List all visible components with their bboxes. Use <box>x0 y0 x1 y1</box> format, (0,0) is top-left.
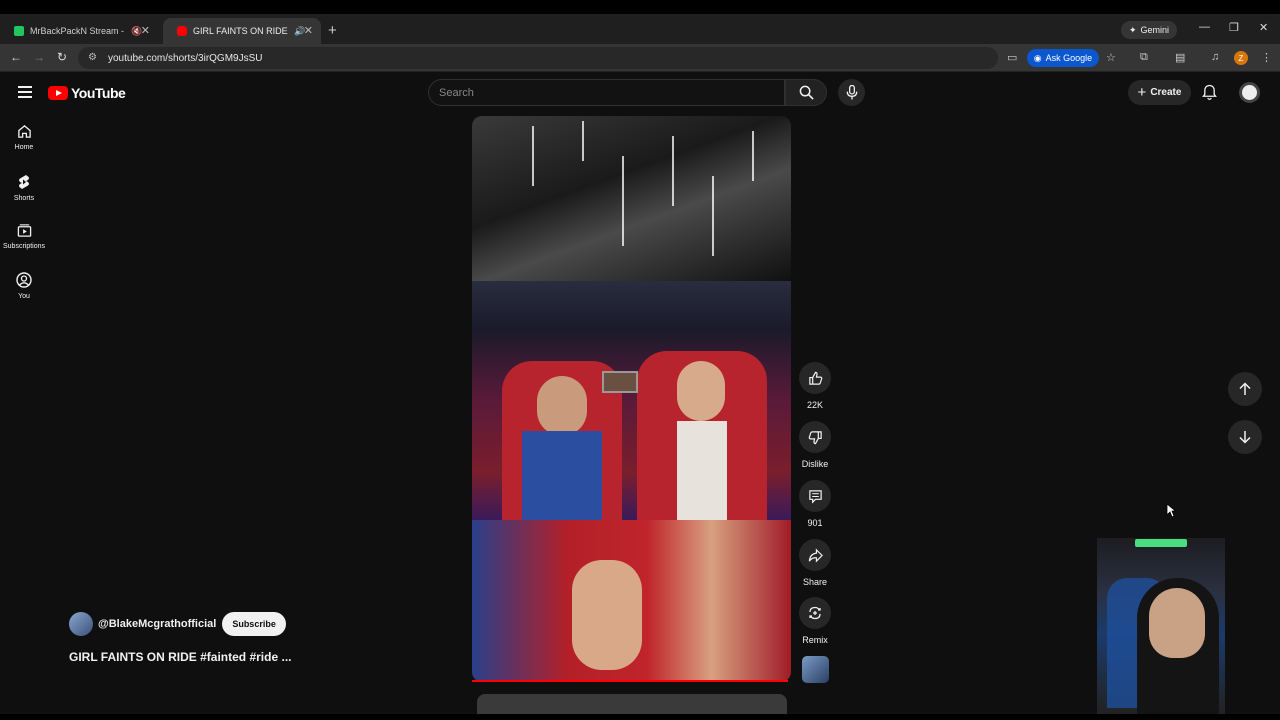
dislike-label: Dislike <box>801 459 829 469</box>
new-tab-icon[interactable]: + <box>328 22 337 39</box>
remix-label: Remix <box>802 635 828 645</box>
plus-icon: + <box>1137 84 1147 101</box>
youtube-wordmark: YouTube <box>71 85 126 101</box>
arrow-up-icon <box>1239 382 1251 395</box>
dislike-button[interactable]: Dislike <box>799 421 831 469</box>
tab-title: MrBackPackN Stream - Wat <box>30 26 126 36</box>
create-label: Create <box>1150 87 1182 98</box>
share-label: Share <box>802 577 828 587</box>
ask-google-button[interactable]: ◉ Ask Google <box>1027 49 1099 67</box>
remix-button[interactable]: Remix <box>799 597 831 645</box>
install-app-icon[interactable]: ▭ <box>1007 51 1017 64</box>
microphone-icon <box>846 85 857 100</box>
comments-button[interactable]: 901 <box>799 480 831 528</box>
screen-top-strip <box>0 0 1280 14</box>
share-arrow-icon <box>808 547 823 563</box>
subscriptions-icon <box>17 224 31 237</box>
video-progress-bar[interactable] <box>472 680 788 682</box>
arrow-down-icon <box>1239 431 1251 444</box>
video-frame-riders <box>472 281 791 520</box>
video-title[interactable]: GIRL FAINTS ON RIDE #fainted #ride ... <box>69 650 291 664</box>
youtube-header: YouTube Search + Create <box>0 72 1280 114</box>
video-frame-top <box>472 116 791 281</box>
search-icon <box>799 85 814 100</box>
remix-icon <box>809 606 821 620</box>
next-short-button[interactable] <box>1228 420 1262 454</box>
close-tab-icon[interactable]: ✕ <box>304 24 313 37</box>
sparkle-icon: ✦ <box>1128 24 1137 35</box>
share-button[interactable]: Share <box>799 539 831 587</box>
reload-icon[interactable]: ↻ <box>57 50 67 64</box>
previous-short-button[interactable] <box>1228 372 1262 406</box>
sidebar-item-you[interactable]: You <box>0 272 48 300</box>
shorts-video-player[interactable] <box>472 116 791 682</box>
browser-tab-stream[interactable]: MrBackPackN Stream - Wat 🔇 ✕ <box>0 18 158 44</box>
search-input[interactable]: Search <box>428 79 785 106</box>
youtube-favicon-icon <box>177 26 187 36</box>
sidebar-item-subscriptions[interactable]: Subscriptions <box>0 223 48 250</box>
address-bar[interactable]: ⚙ youtube.com/shorts/3irQGM9JsSU <box>78 47 998 69</box>
extensions-icon[interactable]: ⧉ <box>1140 51 1148 64</box>
sidebar-item-shorts[interactable]: Shorts <box>0 174 48 202</box>
browser-toolbar: ← → ↻ ⚙ youtube.com/shorts/3irQGM9JsSU ▭… <box>0 44 1280 72</box>
media-controls-icon[interactable]: ♫ <box>1211 51 1219 63</box>
thumbs-up-icon <box>808 371 822 385</box>
minimize-icon[interactable]: — <box>1199 21 1210 33</box>
sidebar-item-label: You <box>18 293 30 300</box>
more-menu-icon[interactable]: ⋮ <box>1261 51 1272 64</box>
home-icon <box>17 125 31 138</box>
streamer-face <box>1149 588 1205 658</box>
channel-row: @BlakeMcgrathofficial Subscribe <box>69 612 286 636</box>
close-tab-icon[interactable]: ✕ <box>141 24 150 37</box>
shorts-icon <box>19 175 29 189</box>
comment-icon <box>808 489 822 504</box>
bookmark-star-icon[interactable]: ☆ <box>1106 51 1116 64</box>
youtube-play-icon <box>48 86 68 100</box>
close-window-icon[interactable]: ✕ <box>1259 21 1268 34</box>
screen-bottom-strip <box>0 714 1280 720</box>
search-button[interactable] <box>785 79 827 106</box>
side-panel-icon[interactable]: ▤ <box>1175 51 1185 64</box>
you-icon <box>16 272 32 288</box>
tab-title: GIRL FAINTS ON RIDE #fain <box>193 26 289 36</box>
profile-avatar[interactable]: Z <box>1234 51 1248 65</box>
youtube-logo[interactable]: YouTube <box>48 85 126 101</box>
channel-avatar[interactable] <box>69 612 93 636</box>
browser-tab-bar: MrBackPackN Stream - Wat 🔇 ✕ GIRL FAINTS… <box>0 14 1280 44</box>
sidebar-item-label: Subscriptions <box>2 243 46 250</box>
gemini-button[interactable]: ✦ Gemini <box>1121 21 1177 39</box>
sidebar-item-label: Home <box>14 144 34 151</box>
video-frame-closeup <box>472 520 791 682</box>
account-avatar[interactable] <box>1239 82 1260 103</box>
subscribe-button[interactable]: Subscribe <box>222 612 286 636</box>
lens-icon: ◉ <box>1033 52 1042 63</box>
gemini-label: Gemini <box>1140 25 1170 35</box>
sidebar-item-home[interactable]: Home <box>0 124 48 151</box>
menu-icon[interactable] <box>18 86 32 98</box>
voice-search-button[interactable] <box>838 79 865 106</box>
back-icon[interactable]: ← <box>10 50 22 64</box>
forward-icon[interactable]: → <box>33 50 45 64</box>
browser-tab-youtube[interactable]: GIRL FAINTS ON RIDE #fain 🔊 ✕ <box>163 18 321 44</box>
like-count: 22K <box>806 400 823 410</box>
url-text: youtube.com/shorts/3irQGM9JsSU <box>108 52 263 64</box>
site-info-icon[interactable]: ⚙ <box>88 52 100 64</box>
thumbs-down-icon <box>808 430 822 444</box>
kick-favicon-icon <box>14 26 24 36</box>
create-button[interactable]: + Create <box>1128 80 1191 105</box>
channel-thumbnail[interactable] <box>802 656 829 683</box>
webcam-overlay <box>1097 538 1225 714</box>
notifications-bell-icon[interactable] <box>1202 84 1217 101</box>
search-placeholder: Search <box>439 86 474 99</box>
restore-icon[interactable]: ❐ <box>1229 21 1239 34</box>
comment-count: 901 <box>807 518 823 528</box>
like-button[interactable]: 22K <box>799 362 831 410</box>
sidebar-item-label: Shorts <box>13 195 35 202</box>
mouse-cursor-icon <box>1166 503 1176 518</box>
channel-handle[interactable]: @BlakeMcgrathofficial <box>98 618 216 630</box>
ask-google-label: Ask Google <box>1045 53 1093 63</box>
stream-overlay-tag <box>1135 539 1187 547</box>
